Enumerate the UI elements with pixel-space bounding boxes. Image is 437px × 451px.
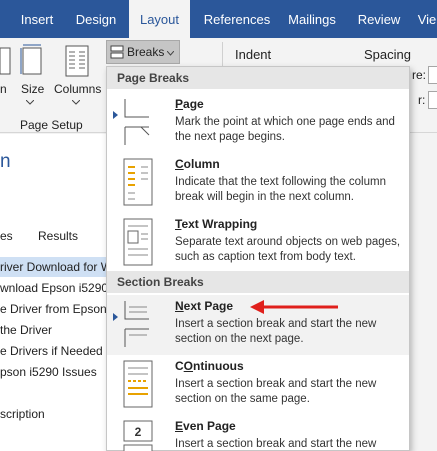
nav-tab-results[interactable]: Results bbox=[38, 229, 78, 243]
spacing-after-input[interactable] bbox=[428, 91, 437, 109]
text-wrapping-title: Text Wrapping bbox=[175, 217, 258, 231]
menu-item-text-wrapping-break[interactable]: Text Wrapping Separate text around objec… bbox=[107, 213, 409, 273]
nav-item[interactable]: scription bbox=[0, 407, 45, 421]
even-page-title: Even Page bbox=[175, 419, 236, 433]
nav-tab-pages[interactable]: es bbox=[0, 229, 13, 243]
section-breaks-header: Section Breaks bbox=[107, 271, 409, 293]
page-breaks-header: Page Breaks bbox=[107, 67, 409, 89]
navigation-title: n bbox=[0, 151, 11, 172]
columns-chevron-down-icon bbox=[72, 100, 80, 105]
orientation-icon bbox=[0, 47, 11, 75]
size-chevron-down-icon bbox=[26, 100, 34, 105]
even-page-icon: 2 4 bbox=[123, 420, 153, 451]
nav-item[interactable]: pson i5290 Issues bbox=[0, 365, 97, 379]
page-break-description: Mark the point at which one page ends an… bbox=[175, 116, 395, 143]
next-page-title: Next Page bbox=[175, 299, 234, 313]
nav-item[interactable]: e Driver from Epson bbox=[0, 302, 107, 316]
breaks-label: Breaks bbox=[127, 45, 165, 59]
columns-icon[interactable] bbox=[64, 44, 90, 78]
tab-insert[interactable]: Insert bbox=[10, 0, 64, 38]
tab-view[interactable]: Vie bbox=[414, 0, 437, 38]
continuous-icon bbox=[123, 360, 153, 408]
column-break-description: Indicate that the text following the col… bbox=[175, 176, 386, 203]
breaks-dropdown-menu: Page Breaks Page Mark the point at which… bbox=[106, 66, 410, 451]
red-arrow-annotation-icon bbox=[250, 300, 338, 314]
menu-item-page-break[interactable]: Page Mark the point at which one page en… bbox=[107, 93, 409, 153]
tab-design[interactable]: Design bbox=[66, 0, 126, 38]
size-button[interactable]: Size bbox=[21, 82, 44, 96]
nav-item[interactable]: e Drivers if Needed bbox=[0, 344, 103, 358]
page-break-title: Page bbox=[175, 97, 204, 111]
page-break-icon bbox=[124, 99, 150, 145]
column-break-title: Column bbox=[175, 157, 220, 171]
tab-references[interactable]: References bbox=[193, 0, 281, 38]
size-icon[interactable] bbox=[20, 44, 44, 78]
tab-review[interactable]: Review bbox=[354, 0, 404, 38]
nav-item[interactable]: the Driver bbox=[0, 323, 52, 337]
spacing-label: Spacing bbox=[364, 47, 411, 62]
menu-item-column-break[interactable]: Column Indicate that the text following … bbox=[107, 153, 409, 213]
tab-mailings[interactable]: Mailings bbox=[281, 0, 343, 38]
breaks-button[interactable]: Breaks bbox=[106, 40, 180, 64]
spacing-before-label: re: bbox=[412, 68, 427, 82]
even-page-description: Insert a section break and start the new bbox=[175, 438, 377, 450]
continuous-title: COntinuous bbox=[175, 359, 244, 373]
menu-item-even-page[interactable]: 2 4 Even Page Insert a section break and… bbox=[107, 415, 409, 451]
svg-text:2: 2 bbox=[135, 425, 142, 439]
continuous-description: Insert a section break and start the new… bbox=[175, 378, 377, 405]
text-wrapping-description: Separate text around objects on web page… bbox=[175, 236, 401, 263]
pointer-icon bbox=[113, 313, 118, 321]
nav-item[interactable]: wnload Epson i5290 bbox=[0, 281, 108, 295]
spacing-after-label: r: bbox=[418, 93, 426, 107]
group-page-setup-label: Page Setup bbox=[20, 118, 83, 132]
columns-button[interactable]: Columns bbox=[54, 82, 101, 96]
indent-label: Indent bbox=[235, 47, 272, 62]
breaks-icon bbox=[110, 45, 124, 59]
column-break-icon bbox=[123, 158, 153, 206]
text-wrapping-icon bbox=[123, 218, 153, 266]
breaks-chevron-down-icon bbox=[167, 51, 174, 56]
ribbon-tab-bar: Insert Design Layout References Mailings… bbox=[0, 0, 437, 40]
navigation-pane: n es Results river Download for W wnload… bbox=[0, 134, 112, 451]
pointer-icon bbox=[113, 111, 118, 119]
orientation-label[interactable]: n bbox=[0, 82, 7, 96]
nav-item[interactable]: river Download for W bbox=[0, 260, 112, 274]
tab-layout[interactable]: Layout bbox=[129, 0, 190, 40]
spacing-before-input[interactable] bbox=[428, 66, 437, 84]
next-page-description: Insert a section break and start the new… bbox=[175, 318, 377, 345]
next-page-icon bbox=[124, 301, 149, 347]
menu-item-continuous[interactable]: COntinuous Insert a section break and st… bbox=[107, 355, 409, 415]
